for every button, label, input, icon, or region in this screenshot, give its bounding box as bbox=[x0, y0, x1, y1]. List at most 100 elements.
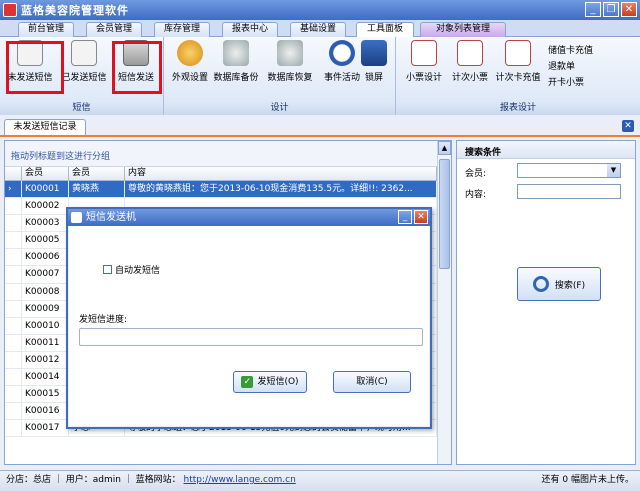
refund-link[interactable]: 退款单 bbox=[548, 59, 593, 75]
group-design-label: 设计 bbox=[164, 102, 395, 115]
db-backup-label: 数据库备份 bbox=[213, 73, 259, 83]
status-bar: 分店：总店 ｜ 用户：admin ｜ 蓝格网站： http://www.lang… bbox=[0, 470, 640, 491]
cell-member-id: K00016 bbox=[22, 403, 69, 420]
upload-status: 还有 0 幅图片未上传。 bbox=[541, 475, 634, 485]
restore-button[interactable]: ❐ bbox=[603, 2, 619, 17]
group-by-hint: 拖动列标题到这进行分组 bbox=[5, 141, 451, 167]
card-recharge-icon bbox=[505, 40, 531, 66]
count-receipt-button[interactable]: 计次小票 bbox=[444, 40, 496, 88]
cell-member-id: K00010 bbox=[22, 317, 69, 334]
dialog-body: 自动发短信 发短信进度: ✓ 发短信(O) 取消(C) bbox=[69, 226, 429, 426]
highlight-send-sms bbox=[112, 41, 162, 94]
tab-tools[interactable]: 工具面板 bbox=[356, 22, 414, 38]
cell-content: 尊敬的黄晓燕姐：您于2013-06-10现金消费135.5元。详细!!: 236… bbox=[125, 181, 437, 198]
scroll-up-arrow-icon[interactable]: ▲ bbox=[438, 141, 451, 155]
tab-front-desk[interactable]: 前台管理 bbox=[18, 22, 74, 37]
cell-member-id: K00012 bbox=[22, 351, 69, 369]
db-backup-icon bbox=[223, 40, 249, 66]
appearance-button[interactable]: 外观设置 bbox=[164, 40, 216, 88]
lock-screen-button[interactable]: 锁屏 bbox=[354, 40, 394, 88]
row-indicator bbox=[5, 369, 22, 386]
scroll-thumb[interactable] bbox=[439, 159, 450, 269]
checkbox-icon[interactable] bbox=[103, 265, 112, 274]
receipt-design-button[interactable]: 小票设计 bbox=[398, 40, 450, 88]
row-indicator bbox=[5, 283, 22, 300]
count-card-recharge-button[interactable]: 计次卡充值 bbox=[492, 40, 544, 88]
tab-settings[interactable]: 基础设置 bbox=[290, 22, 346, 37]
appearance-icon bbox=[177, 40, 203, 66]
cell-member-id: K00005 bbox=[22, 232, 69, 249]
tab-reports[interactable]: 报表中心 bbox=[222, 22, 278, 37]
window-title: 蓝格美容院管理软件 bbox=[21, 4, 129, 17]
search-pane-title: 搜索条件 bbox=[457, 141, 635, 159]
side-links: 储值卡充值 退款单 开卡小票 bbox=[548, 43, 593, 91]
close-doc-icon[interactable]: ✕ bbox=[622, 120, 634, 132]
website-link[interactable]: http://www.lange.com.cn bbox=[184, 475, 296, 485]
column-header-member-name[interactable]: 会员 bbox=[69, 167, 125, 180]
content-label: 内容: bbox=[465, 190, 487, 200]
minimize-button[interactable]: _ bbox=[585, 2, 601, 17]
row-indicator bbox=[5, 300, 22, 317]
column-header-member-id[interactable]: 会员 bbox=[22, 167, 69, 180]
tab-members[interactable]: 会员管理 bbox=[86, 22, 142, 37]
grid-header: 会员 会员 内容 bbox=[5, 167, 437, 181]
table-row[interactable]: › K00001 黄晓燕 尊敬的黄晓燕姐：您于2013-06-10现金消费135.5元… bbox=[5, 181, 437, 199]
cell-member-id: K00002 bbox=[22, 198, 69, 215]
progress-label: 发短信进度: bbox=[79, 315, 128, 325]
ribbon: 未发送短信 已发送短信 短信发送 短信 外观设置 数据库备份 数据库恢复 事件活… bbox=[0, 37, 640, 115]
group-report-design: 小票设计 计次小票 计次卡充值 储值卡充值 退款单 开卡小票 报表设计 bbox=[396, 37, 640, 115]
chevron-down-icon[interactable]: ▼ bbox=[607, 164, 620, 177]
highlight-unsent-sms bbox=[6, 41, 64, 94]
lock-icon bbox=[361, 40, 387, 66]
receipt-design-label: 小票设计 bbox=[405, 73, 442, 83]
open-card-receipt-link[interactable]: 开卡小票 bbox=[548, 75, 593, 91]
cancel-button[interactable]: 取消(C) bbox=[333, 371, 411, 393]
tab-object-list[interactable]: 对象列表管理 bbox=[420, 22, 506, 37]
dialog-title: 短信发送机 bbox=[86, 212, 136, 223]
content-input[interactable] bbox=[517, 184, 621, 199]
send-button-label: 发短信(O) bbox=[257, 377, 299, 387]
status-info: 分店：总店 ｜ 用户：admin ｜ 蓝格网站： bbox=[6, 475, 181, 485]
member-select[interactable]: ▼ bbox=[517, 163, 621, 178]
member-label: 会员: bbox=[465, 169, 487, 179]
lock-screen-label: 锁屏 bbox=[364, 73, 383, 83]
appearance-label: 外观设置 bbox=[171, 73, 208, 83]
row-indicator bbox=[5, 420, 22, 437]
receipt-icon bbox=[411, 40, 437, 66]
title-bar: 蓝格美容院管理软件 _ ❐ ✕ bbox=[0, 0, 640, 20]
row-indicator bbox=[5, 317, 22, 334]
send-sms-dialog-button[interactable]: ✓ 发短信(O) bbox=[233, 371, 307, 393]
status-left: 分店：总店 ｜ 用户：admin ｜ 蓝格网站： http://www.lang… bbox=[6, 471, 296, 490]
row-indicator bbox=[5, 266, 22, 283]
db-backup-button[interactable]: 数据库备份 bbox=[210, 40, 262, 88]
group-sms-label: 短信 bbox=[0, 102, 163, 115]
sent-sms-button[interactable]: 已发送短信 bbox=[58, 40, 110, 88]
grid-scrollbar[interactable]: ▲ bbox=[437, 141, 451, 464]
row-indicator bbox=[5, 386, 22, 403]
close-button[interactable]: ✕ bbox=[621, 2, 637, 17]
count-receipt-label: 计次小票 bbox=[451, 73, 488, 83]
search-button-label: 搜索(F) bbox=[554, 280, 586, 291]
search-icon bbox=[532, 276, 549, 292]
tab-inventory[interactable]: 库存管理 bbox=[154, 22, 210, 37]
stored-card-recharge-link[interactable]: 储值卡充值 bbox=[548, 43, 593, 59]
receipt-count-icon bbox=[457, 40, 483, 66]
row-indicator bbox=[5, 334, 22, 351]
sms-sender-dialog: 短信发送机 _ ✕ 自动发短信 发短信进度: ✓ 发短信(O) 取消(C) bbox=[66, 207, 432, 429]
app-window: 蓝格美容院管理软件 _ ❐ ✕ 前台管理 会员管理 库存管理 报表中心 基础设置… bbox=[0, 0, 640, 491]
cell-member-id: K00017 bbox=[22, 420, 69, 437]
auto-send-checkbox[interactable]: 自动发短信 bbox=[103, 263, 160, 276]
cell-member-id: K00008 bbox=[22, 283, 69, 300]
send-progress-bar bbox=[79, 328, 423, 346]
row-indicator bbox=[5, 249, 22, 266]
dialog-title-bar: 短信发送机 _ ✕ bbox=[68, 209, 430, 226]
group-report-design-label: 报表设计 bbox=[396, 102, 640, 115]
search-button[interactable]: 搜索(F) bbox=[517, 267, 601, 301]
db-restore-label: 数据库恢复 bbox=[267, 73, 313, 83]
db-restore-button[interactable]: 数据库恢复 bbox=[264, 40, 316, 88]
doc-tab-unsent-sms[interactable]: 未发送短信记录 bbox=[4, 119, 86, 135]
dialog-close-button[interactable]: ✕ bbox=[414, 210, 428, 224]
row-indicator bbox=[5, 198, 22, 215]
dialog-minimize-button[interactable]: _ bbox=[398, 210, 412, 224]
column-header-content[interactable]: 内容 bbox=[125, 167, 437, 180]
